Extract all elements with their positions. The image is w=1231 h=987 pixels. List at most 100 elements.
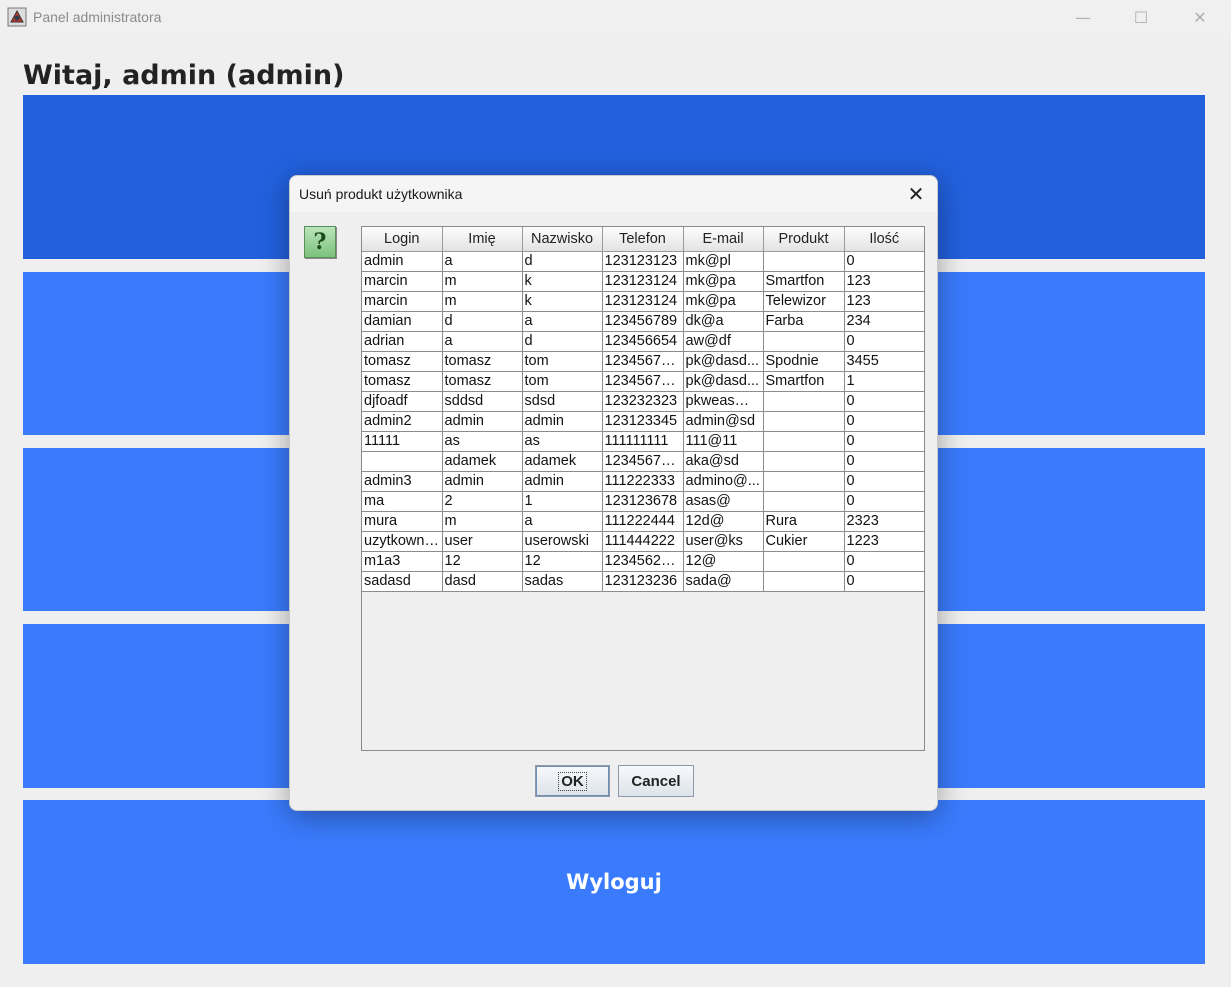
cancel-button[interactable]: Cancel: [618, 765, 694, 797]
table-cell[interactable]: user: [442, 531, 523, 552]
table-cell[interactable]: 12: [522, 551, 603, 572]
table-cell[interactable]: 123123678: [602, 491, 684, 512]
table-row[interactable]: ma 2 1 123123678 asas@ 0: [362, 491, 924, 512]
table-cell[interactable]: tomasz: [442, 351, 523, 372]
table-cell[interactable]: pkweas@...: [683, 391, 764, 412]
column-header[interactable]: Imię: [442, 227, 523, 252]
table-cell[interactable]: marcin: [362, 291, 443, 312]
table-cell[interactable]: [763, 391, 845, 412]
table-cell[interactable]: sddsd: [442, 391, 523, 412]
table-cell[interactable]: Smartfon: [763, 371, 845, 392]
table-cell[interactable]: admin: [442, 411, 523, 432]
table-cell[interactable]: 0: [844, 491, 924, 512]
table-cell[interactable]: adamek: [442, 451, 523, 472]
table-cell[interactable]: tomasz: [362, 351, 443, 372]
table-cell[interactable]: 123: [844, 271, 924, 292]
table-cell[interactable]: 12d@: [683, 511, 764, 532]
column-header[interactable]: Telefon: [602, 227, 684, 252]
table-row[interactable]: tomasz tomasz tom 12345673... pk@dasd... Smar…: [362, 371, 924, 392]
table-cell[interactable]: tomasz: [362, 371, 443, 392]
table-cell[interactable]: Farba: [763, 311, 845, 332]
table-cell[interactable]: k: [522, 291, 603, 312]
table-cell[interactable]: 12345673...: [602, 351, 684, 372]
table-row[interactable]: admin3 admin admin 111222333 admino@... 0: [362, 471, 924, 492]
table-cell[interactable]: mk@pl: [683, 251, 764, 272]
table-cell[interactable]: Smartfon: [763, 271, 845, 292]
table-cell[interactable]: d: [522, 331, 603, 352]
table-cell[interactable]: [763, 471, 845, 492]
table-cell[interactable]: 123123123: [602, 251, 684, 272]
table-cell[interactable]: 12: [442, 551, 523, 572]
table-row[interactable]: 11111 as as 111111111 111@11 0: [362, 431, 924, 452]
column-header[interactable]: E-mail: [683, 227, 764, 252]
table-cell[interactable]: [362, 451, 443, 472]
table-cell[interactable]: [763, 251, 845, 272]
table-cell[interactable]: Rura: [763, 511, 845, 532]
table-cell[interactable]: admin: [522, 411, 603, 432]
table-cell[interactable]: admin: [522, 471, 603, 492]
table-row[interactable]: admin2 admin admin 123123345 admin@sd 0: [362, 411, 924, 432]
close-window-button[interactable]: ✕: [1177, 4, 1223, 30]
table-cell[interactable]: a: [522, 311, 603, 332]
table-cell[interactable]: 123123345: [602, 411, 684, 432]
table-cell[interactable]: pk@dasd...: [683, 371, 764, 392]
table-cell[interactable]: 123: [844, 291, 924, 312]
table-cell[interactable]: m: [442, 271, 523, 292]
table-cell[interactable]: ma: [362, 491, 443, 512]
table-cell[interactable]: 123456789: [602, 311, 684, 332]
table-cell[interactable]: dk@a: [683, 311, 764, 332]
table-cell[interactable]: 123123236: [602, 571, 684, 592]
table-cell[interactable]: d: [442, 311, 523, 332]
table-cell[interactable]: 0: [844, 451, 924, 472]
table-row[interactable]: adrian a d 123456654 aw@df 0: [362, 331, 924, 352]
table-cell[interactable]: 3455: [844, 351, 924, 372]
table-cell[interactable]: sada@: [683, 571, 764, 592]
table-cell[interactable]: 123456654: [602, 331, 684, 352]
table-cell[interactable]: admin@sd: [683, 411, 764, 432]
table-row[interactable]: damian d a 123456789 dk@a Farba 234: [362, 311, 924, 332]
table-cell[interactable]: tom: [522, 371, 603, 392]
users-products-table[interactable]: Login Imię Nazwisko Telefon E-mail Produkt Ilo…: [361, 226, 925, 751]
table-cell[interactable]: [763, 411, 845, 432]
table-row[interactable]: mura m a 111222444 12d@ Rura 2323: [362, 511, 924, 532]
table-cell[interactable]: 234: [844, 311, 924, 332]
table-cell[interactable]: [763, 431, 845, 452]
table-cell[interactable]: Spodnie: [763, 351, 845, 372]
table-cell[interactable]: 0: [844, 411, 924, 432]
table-cell[interactable]: m1a3: [362, 551, 443, 572]
table-cell[interactable]: admin: [442, 471, 523, 492]
column-header[interactable]: Ilość: [844, 227, 924, 252]
table-cell[interactable]: mk@pa: [683, 291, 764, 312]
table-cell[interactable]: 123232323: [602, 391, 684, 412]
table-cell[interactable]: as: [442, 431, 523, 452]
table-cell[interactable]: [763, 451, 845, 472]
table-cell[interactable]: m: [442, 291, 523, 312]
table-cell[interactable]: admin3: [362, 471, 443, 492]
table-cell[interactable]: admin2: [362, 411, 443, 432]
table-cell[interactable]: tom: [522, 351, 603, 372]
table-cell[interactable]: m: [442, 511, 523, 532]
logout-button[interactable]: Wyloguj: [23, 800, 1205, 964]
table-row[interactable]: marcin m k 123123124 mk@pa Smartfon 123: [362, 271, 924, 292]
table-cell[interactable]: 1223: [844, 531, 924, 552]
table-cell[interactable]: 0: [844, 571, 924, 592]
table-row[interactable]: admin a d 123123123 mk@pl 0: [362, 251, 924, 272]
column-header[interactable]: Produkt: [763, 227, 845, 252]
table-cell[interactable]: 12345678...: [602, 451, 684, 472]
table-cell[interactable]: aw@df: [683, 331, 764, 352]
table-cell[interactable]: 111@11: [683, 431, 764, 452]
table-row[interactable]: tomasz tomasz tom 12345673... pk@dasd... Spod…: [362, 351, 924, 372]
table-cell[interactable]: [763, 571, 845, 592]
table-cell[interactable]: pk@dasd...: [683, 351, 764, 372]
table-cell[interactable]: user@ks: [683, 531, 764, 552]
table-cell[interactable]: marcin: [362, 271, 443, 292]
table-cell[interactable]: asas@: [683, 491, 764, 512]
table-cell[interactable]: 1: [522, 491, 603, 512]
table-cell[interactable]: mura: [362, 511, 443, 532]
table-row[interactable]: sadasd dasd sadas 123123236 sada@ 0: [362, 571, 924, 592]
table-cell[interactable]: 111222333: [602, 471, 684, 492]
column-header[interactable]: Nazwisko: [522, 227, 603, 252]
table-cell[interactable]: djfoadf: [362, 391, 443, 412]
table-cell[interactable]: 1: [844, 371, 924, 392]
maximize-button[interactable]: ☐: [1118, 4, 1164, 30]
